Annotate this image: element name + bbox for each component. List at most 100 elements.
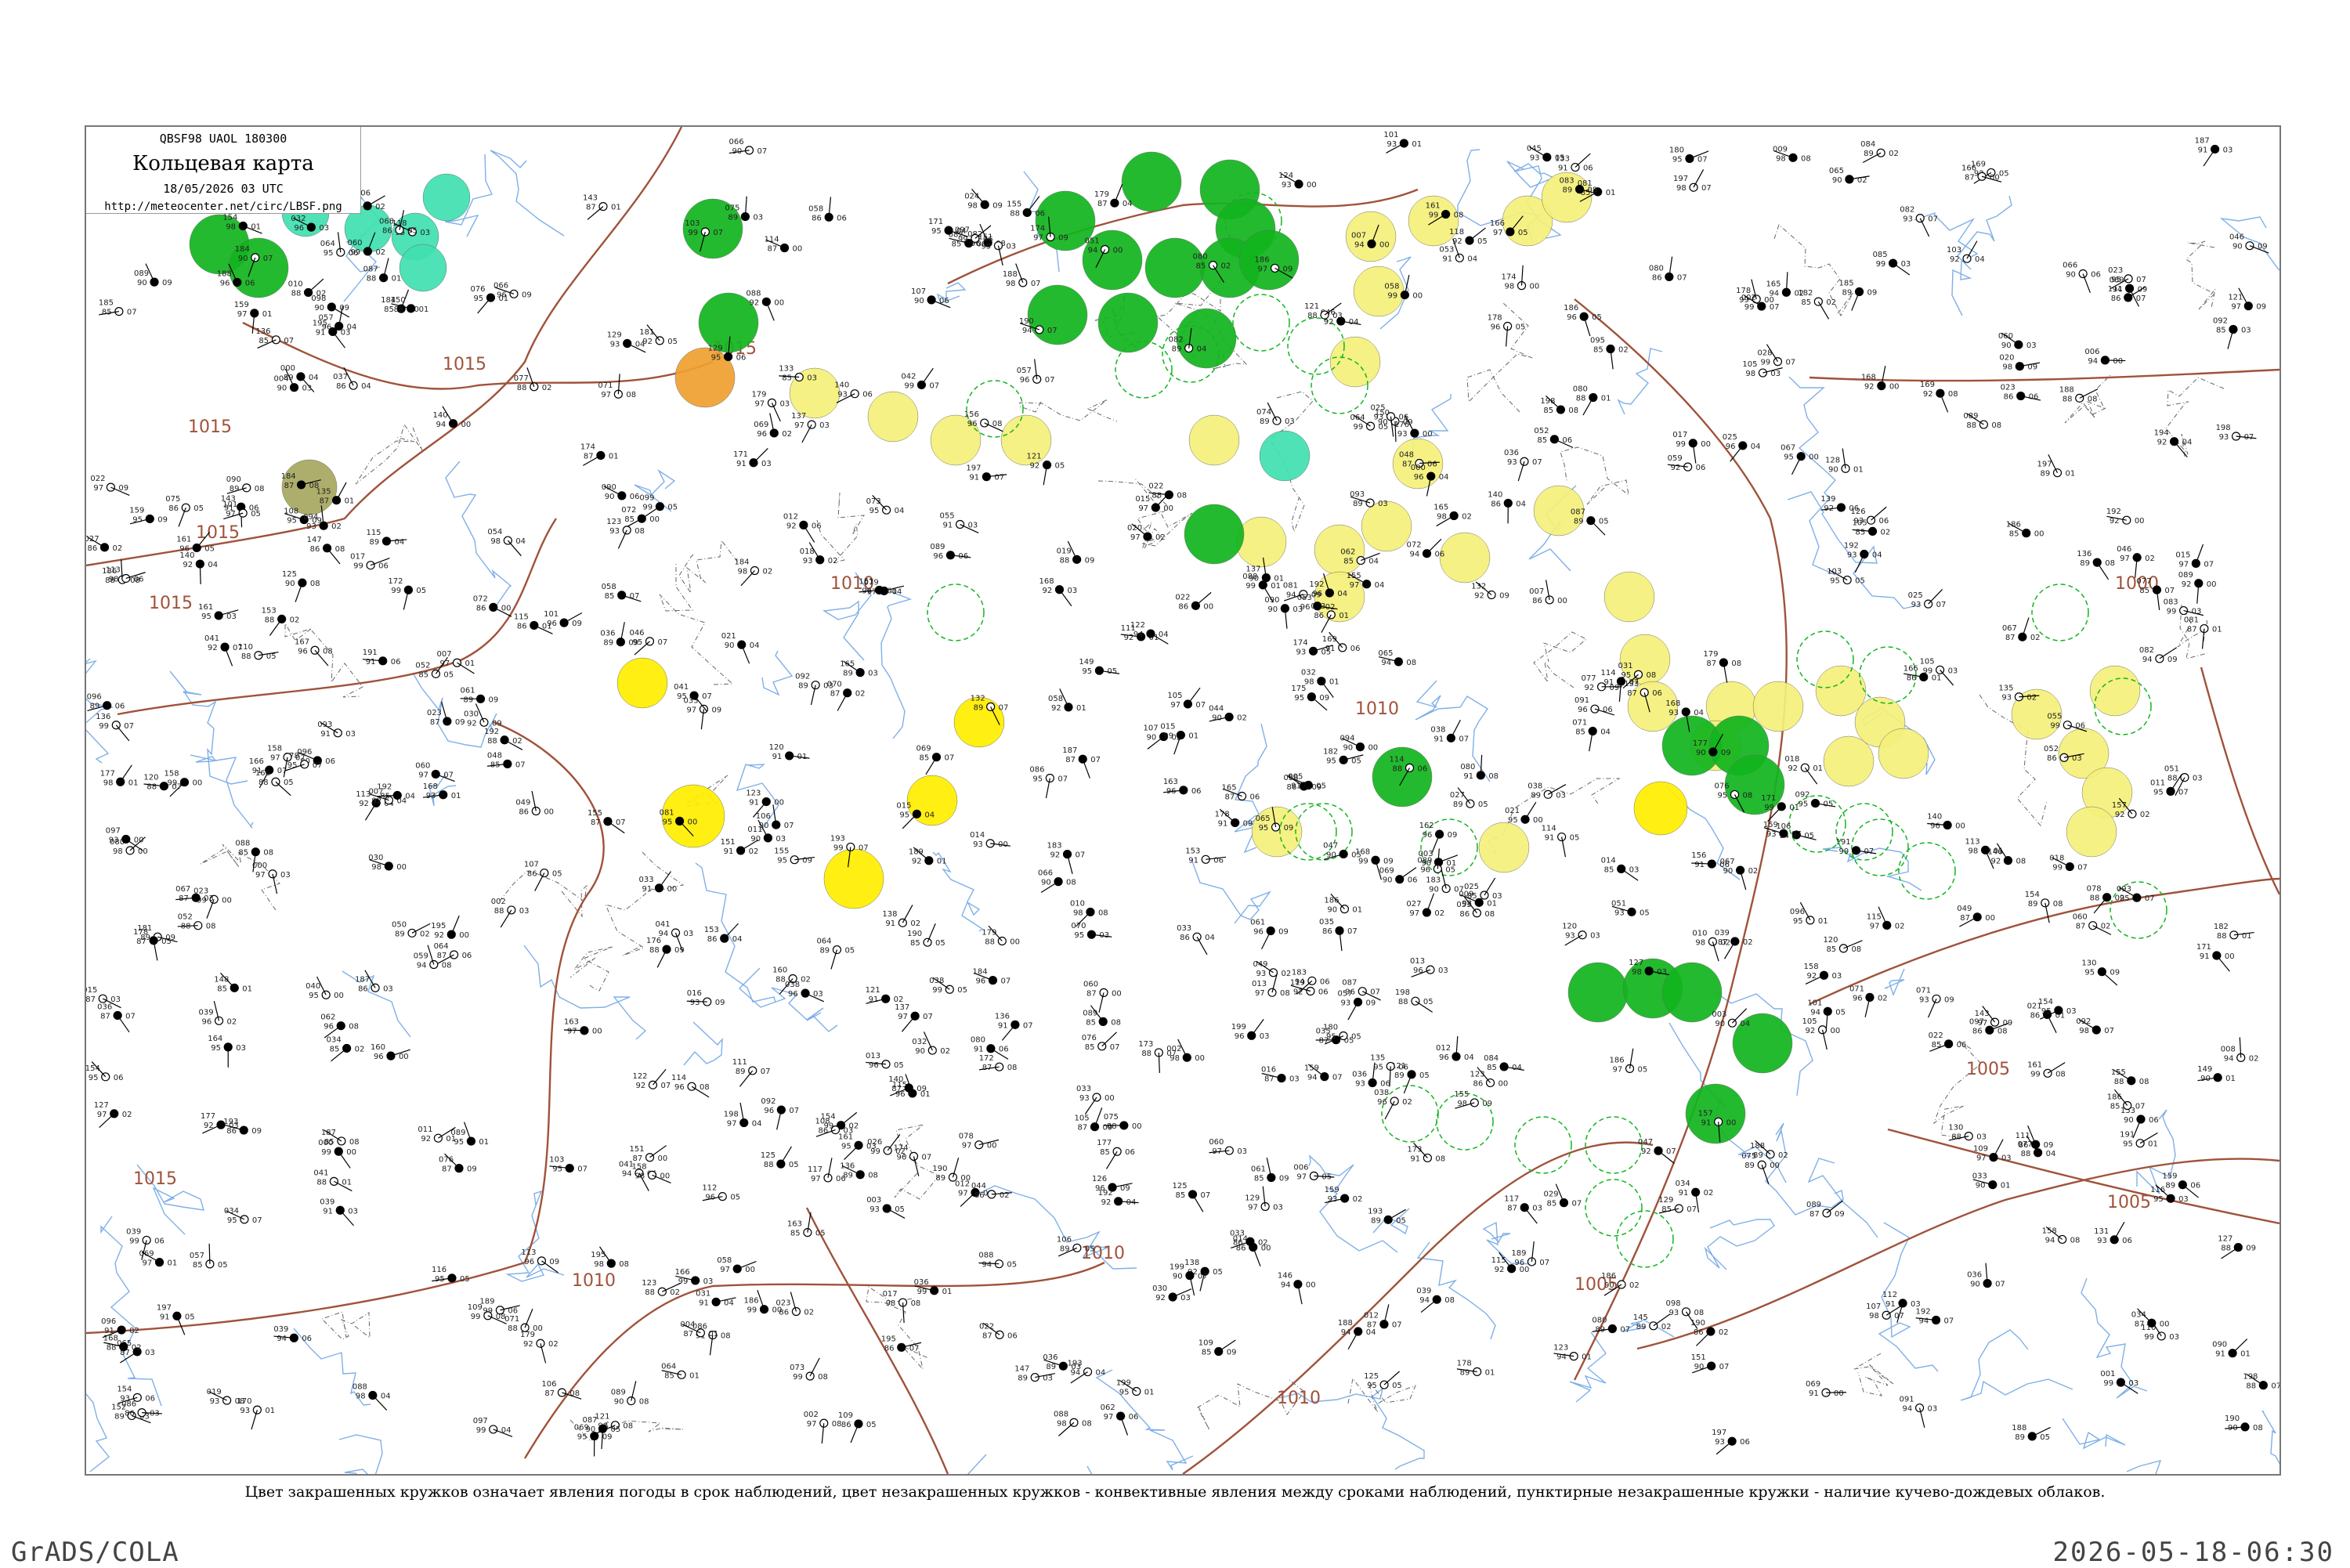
station-pressure: 015 [1160,723,1175,732]
station-pressure: 086 [121,1400,136,1409]
station-temp: 98 [1745,370,1755,378]
station-temp: 86 [1972,1027,1983,1035]
station-temp: 96 [764,1107,774,1115]
station-tendency: 01 [1582,1353,1592,1362]
station-temp: 99 [642,504,653,512]
station-pressure: 044 [971,1182,986,1190]
station-pressure: 054 [487,528,502,537]
station-tendency: 07 [284,337,294,345]
station-pressure: 171 [1761,794,1776,803]
station-marker [1973,913,1981,921]
station-temp: 94 [1133,630,1144,639]
station-pressure: 014 [1601,856,1616,865]
wind-barb [2083,274,2090,293]
station-tendency: 00 [1770,1162,1780,1170]
river-line [881,591,910,739]
station-pressure: 111 [2108,285,2123,294]
station-pressure: 025 [1723,433,1737,442]
station-temp: 91 [1188,856,1198,865]
station-pressure: 091 [1574,696,1589,705]
station-tendency: 07 [1000,977,1010,986]
station-temp: 98 [490,537,501,546]
station-pressure: 086 [1029,765,1044,774]
station-temp: 97 [2231,303,2241,312]
station-tendency: 00 [334,992,344,1000]
station-tendency: 06 [2091,271,2101,280]
station-tendency: 06 [1350,645,1361,653]
station-pressure: 138 [882,910,897,919]
station-pressure: 089 [1417,856,1432,865]
station-temp: 96 [757,430,767,439]
station-pressure: 092 [795,673,810,681]
station-pressure: 120 [1562,923,1577,931]
station-marker [2053,469,2061,477]
river-line [524,945,645,1039]
station-tendency: 03 [807,374,817,382]
station-pressure: 052 [2044,745,2059,753]
station-temp: 91 [974,1046,984,1054]
station-temp: 93 [1256,970,1266,978]
station-tendency: 09 [549,1258,559,1266]
station-pressure: 157 [1698,1109,1713,1118]
station-temp: 97 [807,1420,817,1429]
station-pressure: 038 [1374,1089,1389,1097]
station-temp: 87 [891,1085,902,1093]
station-tendency: 01 [465,659,475,668]
station-pressure: 052 [415,661,430,670]
station-temp: 87 [2135,1320,2145,1328]
station-pressure: 172 [388,577,403,586]
station-temp: 93 [306,522,316,531]
station-pressure: 154 [222,213,237,222]
station-pressure: 089 [2178,571,2193,580]
station-tendency: 09 [1721,749,1731,757]
station-temp: 87 [1086,989,1097,998]
station-tendency: 01 [2148,1140,2158,1149]
station-pressure: 088 [978,1252,993,1260]
station-tendency: 09 [2110,969,2120,977]
station-pressure: 167 [295,638,309,646]
station-pressure: 194 [2154,429,2169,438]
station-pressure: 048 [1399,451,1414,460]
station-tendency: 03 [2128,1379,2138,1388]
station-temp: 87 [284,482,295,490]
station-marker [408,929,416,937]
station-temp: 87 [1627,689,1637,698]
station-pressure: 017 [350,553,365,562]
isobar-line [1810,370,2280,381]
station-tendency: 04 [732,935,743,944]
station-tendency: 03 [420,229,430,237]
station-pressure: 088 [1242,573,1257,581]
station-pressure: 066 [494,281,508,290]
station-marker [510,290,518,298]
station-pressure: 089 [1806,1201,1821,1209]
station-tendency: 00 [2113,357,2123,366]
station-pressure: 077 [1582,674,1596,683]
station-temp: 88 [2246,1382,2256,1391]
station-temp: 87 [1065,756,1076,764]
station-tendency: 03 [753,214,763,222]
station-tendency: 05 [1835,1008,1846,1017]
station-temp: 86 [2047,754,2057,763]
station-temp: 85 [1826,945,1836,954]
station-tendency: 03 [776,835,786,844]
station-tendency: 02 [542,384,552,392]
station-temp: 97 [226,510,236,518]
station-temp: 94 [1307,1074,1318,1082]
station-pressure: 159 [234,301,249,309]
station-marker [253,1406,261,1414]
station-temp: 90 [1327,906,1337,915]
station-temp: 98 [2002,363,2012,372]
station-tendency: 03 [145,1349,155,1357]
station-temp: 97 [1255,989,1265,998]
wind-barb [687,1001,707,1002]
border-line [356,425,422,484]
station-pressure: 106 [1057,1235,1072,1244]
wind-barb [2196,544,2203,563]
station-temp: 90 [2232,243,2243,251]
station-temp: 96 [1514,1259,1524,1267]
station-temp: 98 [1006,280,1016,288]
station-temp: 92 [2115,811,2125,819]
station-pressure: 186 [1610,1056,1625,1064]
isobar-label: 1005 [2107,1193,2151,1212]
station-temp: 94 [1769,289,1779,298]
